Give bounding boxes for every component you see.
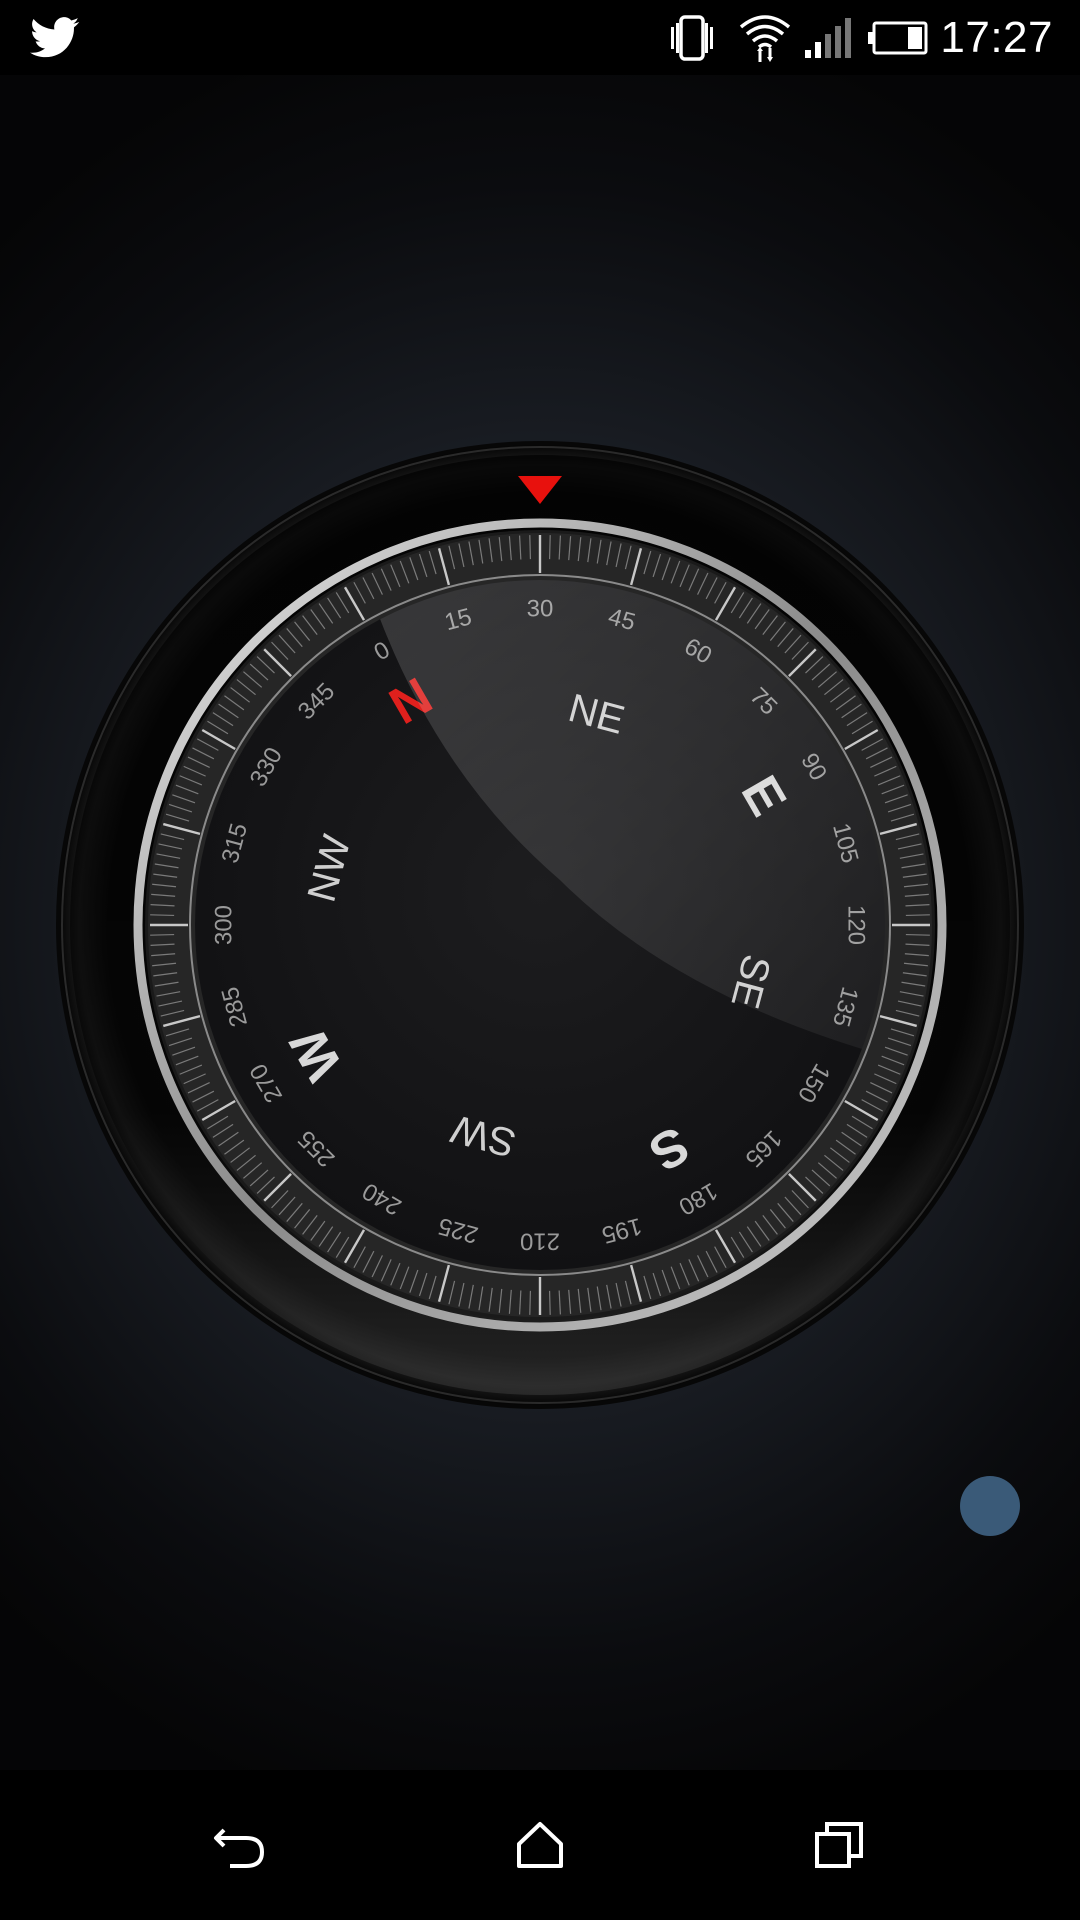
degree-label: 300 [211,905,238,945]
minor-tick [529,535,532,560]
back-button[interactable] [150,1770,330,1920]
recents-button[interactable] [750,1770,930,1920]
minor-tick [529,1290,532,1315]
compass: 0153045607590105120135150165180195210225… [0,0,1080,1920]
compass-dial: 0153045607590105120135150165180195210225… [56,441,1024,1409]
minor-tick [150,933,175,936]
minor-tick [905,933,930,936]
back-icon [214,1828,265,1868]
minor-tick [150,914,175,917]
home-icon [517,1822,563,1868]
degree-label: 210 [520,1228,560,1255]
home-button[interactable] [450,1770,630,1920]
calibration-dot[interactable] [960,1476,1020,1536]
nav-bar [0,1770,1080,1920]
minor-tick [905,914,930,917]
recents-icon [815,1822,863,1868]
minor-tick [548,1290,551,1315]
minor-tick [548,535,551,560]
screen: 17:27 0 150 165 180 195 210 225 240 255 … [0,0,1080,1920]
